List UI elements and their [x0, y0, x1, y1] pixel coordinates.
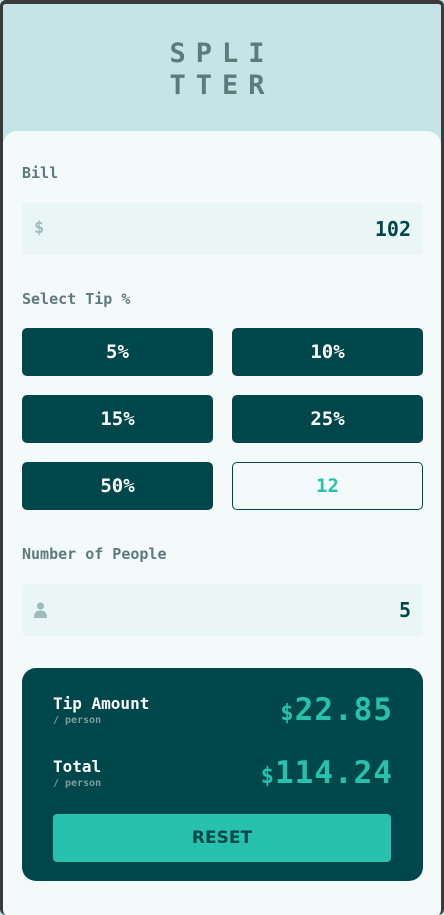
- people-input[interactable]: 5: [22, 584, 423, 636]
- bill-input[interactable]: $ 102: [22, 203, 423, 255]
- tip-15-button[interactable]: 15%: [22, 395, 213, 443]
- tip-25-button[interactable]: 25%: [232, 395, 423, 443]
- logo-line-1: SPLI: [169, 38, 275, 69]
- select-tip-label: Select Tip %: [22, 290, 131, 308]
- bill-label: Bill: [22, 164, 59, 182]
- total-currency: $: [260, 764, 276, 789]
- tip-5-button[interactable]: 5%: [22, 328, 213, 376]
- total-title: Total: [53, 757, 102, 776]
- logo-line-2: TTER: [169, 70, 275, 101]
- tip-amount-title: Tip Amount: [53, 694, 150, 713]
- people-value[interactable]: 5: [399, 598, 411, 622]
- total-sub: / person: [53, 778, 102, 789]
- people-label: Number of People: [22, 545, 167, 563]
- reset-button[interactable]: RESET: [53, 814, 391, 862]
- tip-amount-currency: $: [280, 701, 295, 726]
- bill-value[interactable]: 102: [375, 217, 411, 241]
- tip-10-button[interactable]: 10%: [232, 328, 423, 376]
- tip-amount-number: 22.85: [294, 692, 393, 728]
- custom-tip-input[interactable]: 12: [232, 462, 423, 510]
- tip-amount-value: $22.85: [280, 692, 393, 728]
- person-icon: [34, 602, 47, 622]
- tip-50-button[interactable]: 50%: [22, 462, 213, 510]
- dollar-icon: $: [34, 218, 45, 238]
- total-number: 114.24: [275, 755, 393, 791]
- tip-amount-sub: / person: [53, 715, 102, 726]
- calculator-card: Bill $ 102 Select Tip % 5% 10% 15% 25% 5…: [3, 131, 441, 915]
- results-panel: Tip Amount / person $22.85 Total / perso…: [22, 668, 423, 881]
- total-value: $114.24: [261, 755, 393, 791]
